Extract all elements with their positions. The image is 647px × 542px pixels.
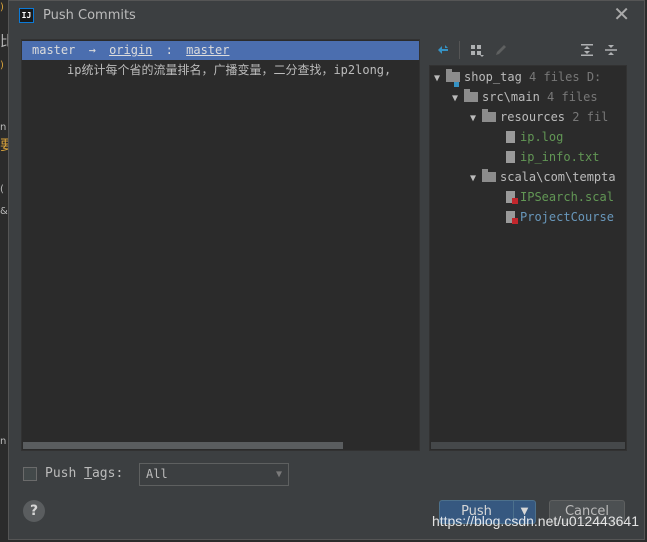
dropdown-arrow-icon: ▼ (275, 469, 282, 480)
intellij-app-icon: IJ (19, 8, 34, 23)
commits-panel: master → origin : master ip统计每个省的流量排名，广播… (21, 39, 420, 451)
tree-node-meta: 2 fil (572, 110, 609, 124)
tree-node-file[interactable]: ProjectCourse (506, 207, 614, 227)
editor-fragment: ) (0, 2, 4, 13)
tree-node-file[interactable]: ip_info.txt (506, 147, 599, 167)
expand-changes-icon[interactable] (435, 42, 451, 58)
expand-arrow-icon[interactable]: ▼ (434, 69, 446, 89)
edit-icon[interactable] (493, 42, 509, 58)
editor-fragment: ) (0, 60, 4, 71)
commit-row[interactable]: ip统计每个省的流量排名，广播变量，二分查找，ip2long, (22, 61, 419, 80)
expand-arrow-icon[interactable]: ▼ (470, 169, 482, 189)
expand-all-icon[interactable] (579, 42, 595, 58)
tree-node-file[interactable]: ip.log (506, 127, 563, 147)
changed-files-tree: ▼ shop_tag 4 files D: ▼ src\main 4 files ▼… (429, 65, 627, 451)
tree-node-scala-package[interactable]: ▼ scala\com\tempta (470, 167, 616, 187)
changes-toolbar (429, 39, 629, 63)
tree-horizontal-scrollbar[interactable] (431, 442, 625, 449)
tree-node-meta: 4 files D: (529, 70, 602, 84)
branch-header-row[interactable]: master → origin : master (22, 41, 419, 60)
push-tags-label-suffix: ags: (91, 466, 124, 481)
dialog-title: Push Commits (43, 8, 136, 23)
editor-fragment: n (0, 436, 7, 447)
remote-branch-link[interactable]: master (186, 41, 229, 60)
tree-node-label: ip.log (520, 130, 564, 144)
push-tags-label: Push Tags: (45, 466, 123, 481)
remote-separator: : (165, 43, 173, 57)
commit-message: ip统计每个省的流量排名，广播变量，二分查找，ip2long, (67, 63, 392, 77)
close-icon[interactable]: ✕ (613, 4, 630, 24)
tree-node-label: scala\com\tempta (500, 170, 616, 184)
text-file-icon (506, 131, 515, 143)
help-button[interactable]: ? (23, 500, 45, 522)
tree-node-label: src\main (482, 90, 540, 104)
push-arrow: → (88, 43, 96, 57)
toolbar-separator (459, 41, 460, 59)
commits-horizontal-scrollbar[interactable] (23, 442, 343, 449)
title-bar: IJ Push Commits ✕ (9, 1, 644, 29)
folder-icon (482, 169, 496, 182)
background-editor-strip: ) 比 ) n 要 ( & n (0, 0, 14, 542)
tree-node-label: resources (500, 110, 566, 124)
tree-node-resources[interactable]: ▼ resources 2 fil (470, 107, 608, 127)
editor-fragment: n (0, 122, 7, 133)
push-tags-label-prefix: Push (45, 466, 85, 481)
tree-node-file[interactable]: IPSearch.scal (506, 187, 614, 207)
expand-arrow-icon[interactable]: ▼ (452, 89, 464, 109)
tree-node-label: ProjectCourse (520, 210, 614, 224)
folder-icon (482, 109, 496, 122)
editor-fragment: & (0, 206, 8, 217)
editor-fragment: ( (0, 184, 4, 195)
watermark-text: https://blog.csdn.net/u012443641 (431, 513, 639, 529)
push-tags-label-mnemonic: T (84, 466, 92, 481)
tree-node-project[interactable]: ▼ shop_tag 4 files D: (434, 67, 601, 87)
remote-name-link[interactable]: origin (109, 41, 152, 60)
tree-node-label: shop_tag (464, 70, 522, 84)
module-folder-icon (446, 69, 460, 87)
tree-node-label: ip_info.txt (520, 150, 600, 164)
push-tags-selected-value: All (146, 467, 168, 481)
local-branch-name: master (32, 43, 76, 57)
tree-node-meta: 4 files (547, 90, 598, 104)
push-tags-select[interactable]: All ▼ (139, 463, 289, 486)
collapse-all-icon[interactable] (603, 42, 619, 58)
expand-arrow-icon[interactable]: ▼ (470, 109, 482, 129)
tree-node-src-main[interactable]: ▼ src\main 4 files (452, 87, 598, 107)
push-tags-checkbox[interactable] (23, 467, 37, 481)
text-file-icon (506, 151, 515, 163)
scala-file-icon (506, 211, 518, 224)
push-commits-dialog: IJ Push Commits ✕ master → origin : mast… (8, 0, 645, 540)
scala-file-icon (506, 191, 518, 204)
tree-node-label: IPSearch.scal (520, 190, 614, 204)
group-by-icon[interactable] (469, 42, 485, 58)
folder-icon (464, 89, 478, 102)
